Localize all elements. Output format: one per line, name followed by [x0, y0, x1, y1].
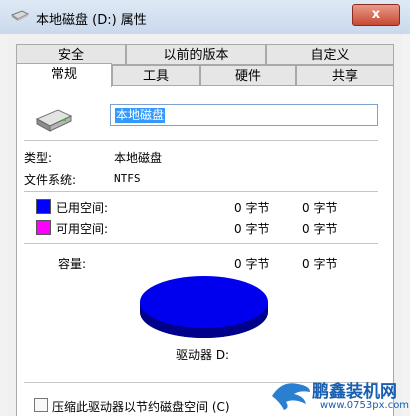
tab-security[interactable]: 安全 — [16, 44, 126, 65]
free-space-size: 0 字节 — [302, 222, 338, 236]
type-value: 本地磁盘 — [114, 151, 163, 165]
divider — [24, 191, 378, 192]
tab-customize[interactable]: 自定义 — [266, 44, 394, 65]
free-space-swatch — [36, 220, 51, 235]
close-button[interactable]: x — [352, 4, 400, 26]
tab-general[interactable]: 常规 — [16, 63, 112, 87]
title-bar: 本地磁盘 (D:) 属性 x — [0, 0, 410, 34]
disk-usage-pie — [140, 276, 268, 338]
tab-tools[interactable]: 工具 — [112, 65, 200, 86]
divider — [24, 243, 378, 244]
hard-drive-icon — [35, 109, 73, 132]
divider — [24, 140, 378, 141]
watermark: 鹏鑫装机网 www.0753px.com — [270, 376, 410, 416]
used-space-size: 0 字节 — [302, 201, 338, 215]
compress-checkbox[interactable] — [34, 398, 48, 412]
watermark-brand: 鹏鑫装机网 — [312, 382, 397, 402]
free-space-bytes: 0 字节 — [234, 222, 270, 236]
general-panel — [16, 85, 394, 416]
capacity-size: 0 字节 — [302, 257, 338, 271]
drive-icon — [10, 10, 30, 21]
used-space-swatch — [36, 199, 51, 214]
compress-label[interactable]: 压缩此驱动器以节约磁盘空间 (C) — [52, 398, 230, 415]
window-title: 本地磁盘 (D:) 属性 — [36, 13, 147, 28]
used-space-bytes: 0 字节 — [234, 201, 270, 215]
drive-name-value: 本地磁盘 — [115, 108, 166, 123]
free-space-label: 可用空间: — [56, 222, 109, 236]
filesystem-label: 文件系统: — [24, 173, 77, 187]
drive-letter-label: 驱动器 D: — [176, 348, 230, 362]
filesystem-value: NTFS — [114, 172, 141, 185]
tab-sharing[interactable]: 共享 — [296, 65, 394, 86]
eagle-logo-icon — [272, 383, 310, 410]
tab-hardware[interactable]: 硬件 — [200, 65, 296, 86]
used-space-label: 已用空间: — [56, 201, 109, 215]
watermark-url: www.0753px.com — [320, 400, 410, 411]
tab-previous-versions[interactable]: 以前的版本 — [126, 44, 266, 65]
drive-name-input[interactable]: 本地磁盘 — [110, 104, 378, 126]
type-label: 类型: — [24, 151, 53, 165]
capacity-label: 容量: — [58, 257, 87, 271]
pie-top — [140, 276, 268, 328]
